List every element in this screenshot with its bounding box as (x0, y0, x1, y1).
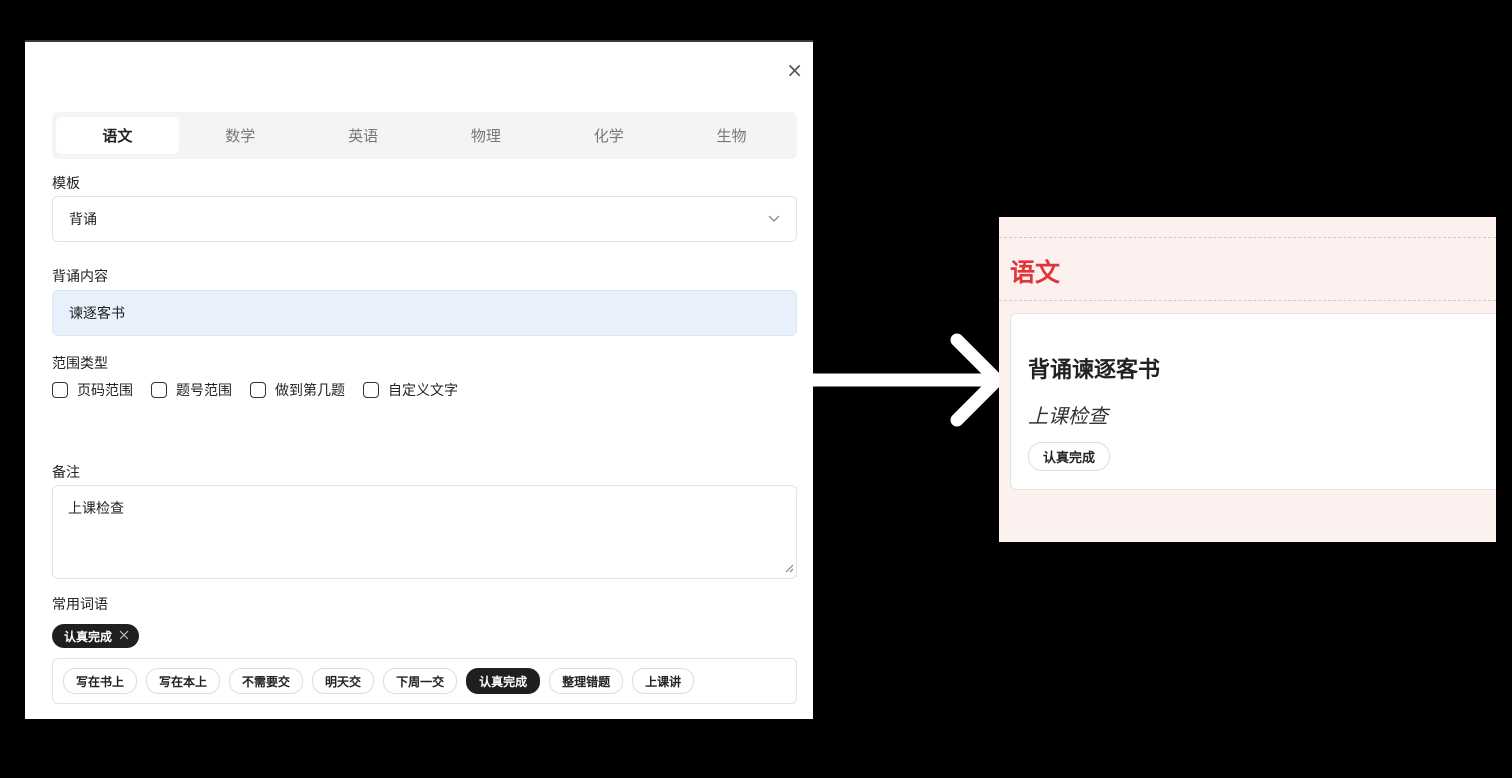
tab-chinese[interactable]: 语文 (56, 117, 179, 154)
checkbox-page-range[interactable]: 页码范围 (52, 380, 133, 400)
note-label: 备注 (52, 465, 80, 481)
homework-preview: 语文 背诵谏逐客书 上课检查 认真完成 (999, 217, 1496, 542)
tab-math[interactable]: 数学 (179, 117, 302, 154)
tab-chemistry[interactable]: 化学 (547, 117, 670, 154)
note-textarea[interactable]: 上课检查 (52, 485, 797, 579)
checkbox-box[interactable] (363, 382, 379, 398)
tab-biology[interactable]: 生物 (670, 117, 793, 154)
preview-title: 背诵谏逐客书 (1028, 358, 1161, 383)
resize-handle-icon[interactable] (785, 564, 794, 576)
preview-tag: 认真完成 (1028, 442, 1111, 471)
content-input-value: 谏逐客书 (69, 306, 125, 322)
selected-phrase-label: 认真完成 (64, 629, 113, 644)
checkbox-box[interactable] (151, 382, 167, 398)
template-select-value: 背诵 (69, 212, 97, 228)
checkbox-box[interactable] (52, 382, 68, 398)
checkbox-box[interactable] (250, 382, 266, 398)
content-label: 背诵内容 (52, 269, 108, 285)
note-text: 上课检查 (68, 501, 124, 517)
phrase-chip[interactable]: 明天交 (312, 668, 375, 694)
preview-subject: 语文 (1010, 258, 1061, 287)
phrase-chip[interactable]: 写在本上 (146, 668, 221, 694)
checkbox-label: 题号范围 (176, 383, 232, 399)
tab-english[interactable]: 英语 (302, 117, 425, 154)
phrase-chip-selected[interactable]: 认真完成 (466, 668, 541, 694)
checkbox-label: 页码范围 (77, 383, 133, 399)
checkbox-question-range[interactable]: 题号范围 (151, 380, 232, 400)
phrase-chip[interactable]: 写在书上 (63, 668, 138, 694)
checkbox-custom-text[interactable]: 自定义文字 (363, 380, 458, 400)
divider (999, 237, 1496, 238)
remove-icon[interactable] (119, 629, 129, 643)
subject-tabs: 语文 数学 英语 物理 化学 生物 (52, 112, 797, 159)
phrase-chip[interactable]: 整理错题 (549, 668, 624, 694)
divider (999, 300, 1496, 301)
phrase-chip[interactable]: 下周一交 (383, 668, 458, 694)
arrow-right-icon (805, 330, 1012, 434)
template-select[interactable]: 背诵 (52, 196, 797, 242)
close-icon[interactable]: × (786, 60, 803, 80)
range-type-options: 页码范围 题号范围 做到第几题 自定义文字 (52, 380, 476, 400)
chevron-down-icon (768, 212, 780, 227)
preview-card: 背诵谏逐客书 上课检查 认真完成 (1010, 313, 1496, 490)
checkbox-label: 自定义文字 (388, 383, 458, 399)
homework-dialog: × 语文 数学 英语 物理 化学 生物 模板 背诵 背诵内容 谏逐客书 范围类型… (25, 42, 813, 719)
checkbox-label: 做到第几题 (275, 383, 345, 399)
phrase-chip[interactable]: 不需要交 (229, 668, 304, 694)
template-label: 模板 (52, 176, 80, 192)
phrase-options: 写在书上 写在本上 不需要交 明天交 下周一交 认真完成 整理错题 上课讲 (52, 658, 797, 704)
checkbox-up-to-question[interactable]: 做到第几题 (250, 380, 345, 400)
selected-phrase-chip: 认真完成 (52, 624, 140, 648)
range-type-label: 范围类型 (52, 356, 108, 372)
tab-physics[interactable]: 物理 (424, 117, 547, 154)
preview-note: 上课检查 (1028, 404, 1108, 428)
phrase-chip[interactable]: 上课讲 (632, 668, 695, 694)
content-input[interactable]: 谏逐客书 (52, 290, 797, 336)
phrases-label: 常用词语 (52, 597, 108, 613)
